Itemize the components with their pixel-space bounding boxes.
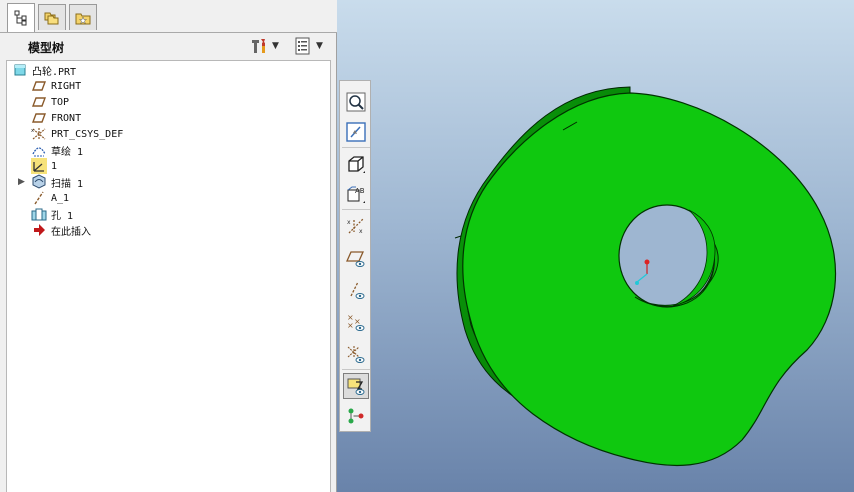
svg-text:×: × [354,317,361,326]
hole-icon [31,206,47,222]
spin-center-button[interactable] [343,373,369,399]
coordinate-system-small-icon [31,158,47,174]
plane-display-icon [346,251,365,267]
magnifier-icon [346,92,366,112]
plane-display-button[interactable] [343,245,369,271]
annotation-display-icon: x x [347,218,364,235]
shaded-cube-icon [348,156,365,173]
model-tree-display-icon [348,408,364,424]
display-style-button[interactable] [343,151,369,177]
csys-display-icon [347,346,365,363]
tree-item-hole[interactable]: 孔 1 [31,206,73,222]
part-icon [12,62,28,78]
repaint-icon [346,122,366,142]
svg-text:AB: AB [355,187,365,195]
csys-display-button[interactable] [343,341,369,367]
tab-folder-browser[interactable] [38,4,66,30]
expand-arrow-icon[interactable]: ▶ [18,177,25,187]
chevron-down-icon: ▼ [316,41,323,51]
chevron-down-icon: ▼ [272,41,279,51]
tree-item-sweep[interactable]: 扫描 1 [31,174,83,190]
saved-views-icon: AB [347,186,365,203]
sweep-icon [31,174,47,190]
point-display-icon: × × × [347,313,365,331]
svg-text:×: × [347,321,354,330]
tree-item-axis[interactable]: A_1 [31,190,69,206]
datum-plane-icon [31,110,47,126]
tab-model-tree[interactable] [7,3,35,32]
tree-item-csys-1[interactable]: 1 [31,158,57,174]
datum-plane-icon [31,94,47,110]
saved-views-button[interactable]: AB [343,181,369,207]
datum-plane-icon [31,78,47,94]
model-tree-display-button[interactable] [343,403,369,429]
tree-item-front-plane[interactable]: FRONT [31,110,81,126]
graphics-viewport[interactable] [337,0,854,492]
navigator-tab-strip [0,0,337,33]
navigator-panel: 模型树 ▼ ▼ 凸轮.PRT RIGHT TOP FRONT x PRT_CSY… [0,0,337,492]
spin-center-icon [347,378,365,395]
tree-settings-icon [252,39,265,53]
coordinate-system-icon: x [31,126,47,142]
tree-settings-button[interactable]: ▼ [250,37,279,55]
insert-here-arrow-icon [31,222,47,238]
tree-item-right-plane[interactable]: RIGHT [31,78,81,94]
tree-item-csys[interactable]: x PRT_CSYS_DEF [31,126,123,142]
svg-text:x: x [31,128,34,134]
model-tree-header: 模型树 ▼ ▼ [6,32,331,60]
cam-model-view [454,86,837,467]
svg-text:x: x [347,219,351,226]
model-tree-title: 模型树 [28,41,65,55]
axis-display-button[interactable] [343,277,369,303]
view-toolbar: AB x x × × × [339,80,371,432]
folder-browser-icon [44,12,59,24]
tree-item-top-plane[interactable]: TOP [31,94,69,110]
zoom-to-fit-button[interactable] [343,89,369,115]
point-display-button[interactable]: × × × [343,309,369,335]
repaint-button[interactable] [343,119,369,145]
tree-columns-button[interactable]: ▼ [294,37,323,55]
datum-axis-icon [31,190,47,206]
tab-favorites[interactable] [69,4,97,30]
tree-columns-icon [295,37,310,55]
tree-item-sketch[interactable]: 草绘 1 [31,142,83,158]
annotation-display-button[interactable]: x x [343,213,369,239]
favorites-icon [75,13,91,24]
axis-display-icon [350,281,365,299]
model-tree: 凸轮.PRT RIGHT TOP FRONT x PRT_CSYS_DEF 草绘… [6,60,331,492]
sketch-icon [31,142,47,158]
tree-item-part[interactable]: 凸轮.PRT [12,62,76,78]
model-tree-icon [14,10,27,26]
svg-text:x: x [359,228,363,235]
tree-item-insert-here[interactable]: 在此插入 [31,222,91,238]
